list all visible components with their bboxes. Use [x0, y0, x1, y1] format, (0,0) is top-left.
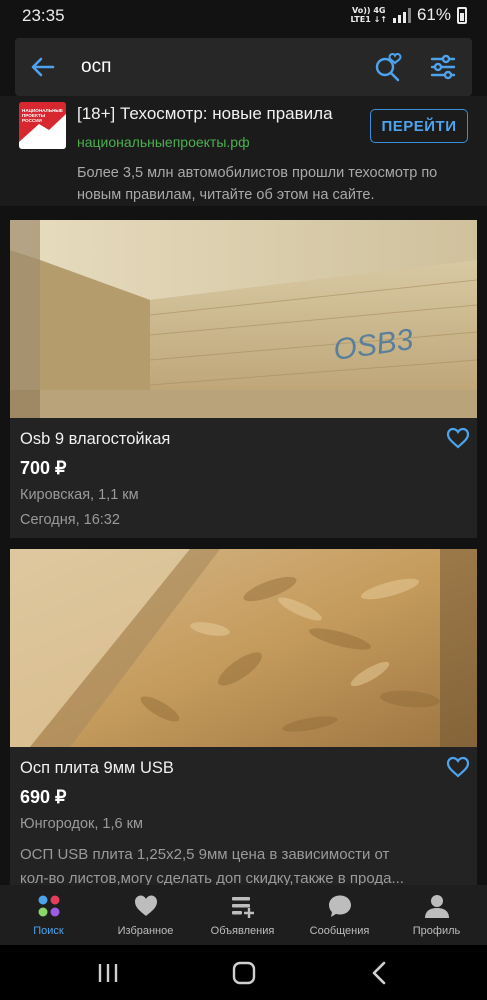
signal-icon — [392, 7, 411, 23]
nav-label: Объявления — [210, 925, 275, 937]
nav-label: Сообщения — [309, 925, 370, 937]
listing-title[interactable]: Osb 9 влагостойкая — [20, 430, 170, 449]
nav-profile[interactable]: Профиль — [388, 885, 485, 945]
listing-date: Сегодня, 16:32 — [20, 512, 120, 528]
nav-label: Профиль — [412, 925, 461, 937]
listing-photo[interactable]: OSB3 — [10, 220, 477, 418]
list-add-icon — [231, 897, 254, 918]
listing-title[interactable]: Осп плита 9мм USB — [20, 759, 174, 778]
heart-icon[interactable] — [446, 427, 470, 449]
battery-icon — [457, 6, 467, 24]
recent-apps-icon[interactable] — [94, 959, 122, 987]
search-header: осп — [15, 38, 472, 96]
ad-banner[interactable]: НАЦИОНАЛЬНЫЕ ПРОЕКТЫ РОССИИ [18+] Техосм… — [0, 96, 487, 206]
battery-percent: 61% — [416, 5, 451, 24]
system-navigation-bar — [0, 945, 487, 1000]
status-bar: 23:35 Vo)) 4G LTE1 ↓↑ 61% — [0, 0, 487, 34]
listing-card[interactable]: Осп плита 9мм USB 690 ₽ Юнгородок, 1,6 к… — [10, 549, 477, 887]
chat-bubble-icon — [328, 895, 351, 917]
sliders-icon[interactable] — [429, 53, 457, 81]
listing-price: 690 ₽ — [20, 787, 67, 807]
search-input[interactable]: осп — [81, 56, 111, 78]
listing-description: ОСП USB плита 1,25х2,5 9мм цена в зависи… — [20, 846, 404, 887]
home-icon[interactable] — [230, 959, 258, 987]
nav-messages[interactable]: Сообщения — [291, 885, 388, 945]
ad-description: Более 3,5 млн автомобилистов прошли техо… — [77, 165, 438, 203]
status-icons: Vo)) 4G LTE1 ↓↑ 61% — [351, 5, 467, 25]
arrow-left-icon[interactable] — [29, 53, 57, 81]
svg-text:РОССИИ: РОССИИ — [22, 118, 42, 123]
national-projects-logo: НАЦИОНАЛЬНЫЕ ПРОЕКТЫ РОССИИ — [19, 102, 66, 149]
heart-icon[interactable] — [446, 756, 470, 778]
nav-search[interactable]: Поиск — [0, 885, 97, 945]
nav-label: Избранное — [117, 925, 174, 937]
listing-card[interactable]: OSB3 Osb 9 влагостойкая 700 ₽ Кировская,… — [10, 220, 477, 538]
bottom-navigation: Поиск Избранное Объявления Сообщения Про… — [0, 885, 487, 945]
nav-label: Поиск — [33, 925, 64, 937]
nav-favorites[interactable]: Избранное — [97, 885, 194, 945]
search-dots-icon — [38, 895, 59, 917]
listing-location: Юнгородок, 1,6 км — [20, 816, 143, 832]
listing-location: Кировская, 1,1 км — [20, 487, 139, 503]
ad-domain[interactable]: национальныепроекты.рф — [77, 134, 250, 150]
person-icon — [424, 895, 449, 918]
heart-icon — [134, 895, 157, 916]
network-indicator: Vo)) 4G LTE1 ↓↑ — [350, 6, 387, 24]
listing-photo[interactable] — [10, 549, 477, 747]
listing-price: 700 ₽ — [20, 458, 67, 478]
status-time: 23:35 — [22, 6, 65, 25]
ad-go-button[interactable]: ПЕРЕЙТИ — [370, 109, 468, 143]
heart-search-icon[interactable] — [373, 52, 403, 82]
ad-title[interactable]: [18+] Техосмотр: новые правила — [77, 104, 333, 124]
back-icon[interactable] — [366, 959, 394, 987]
nav-ads[interactable]: Объявления — [194, 885, 291, 945]
